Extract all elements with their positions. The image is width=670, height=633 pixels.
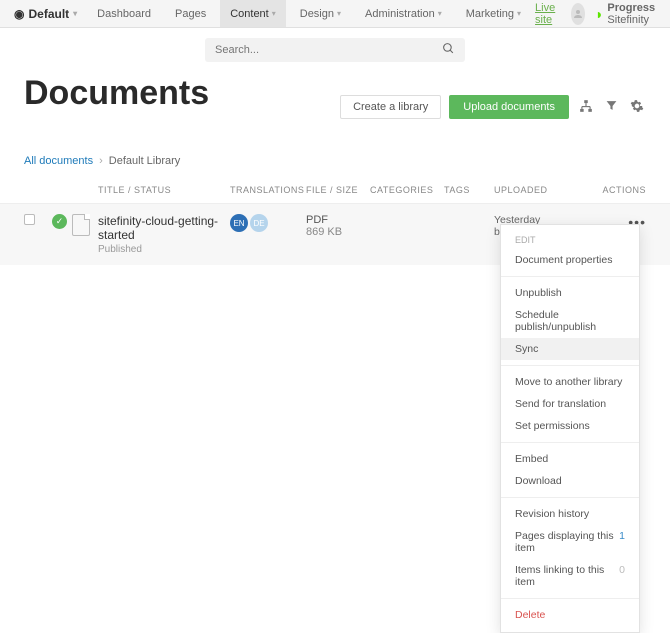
user-icon [572,8,584,20]
nav-marketing[interactable]: Marketing▾ [456,0,531,27]
search-box[interactable] [205,38,465,62]
chevron-down-icon: ▾ [337,9,341,18]
file-size: 869 KB [306,226,370,238]
menu-heading-edit: EDIT [501,231,639,249]
user-avatar[interactable] [571,3,585,25]
brand-logo: ◗ Progress Sitefinity [595,2,662,26]
site-selector-label: Default [28,7,69,21]
search-input[interactable] [215,44,442,56]
menu-move-library[interactable]: Move to another library [501,371,639,393]
create-library-button[interactable]: Create a library [340,95,441,119]
filter-icon[interactable] [603,97,620,117]
menu-unpublish[interactable]: Unpublish [501,282,639,304]
col-tags: TAGS [444,185,494,195]
nav-dashboard[interactable]: Dashboard [87,0,161,27]
col-categories: CATEGORIES [370,185,444,195]
col-title-status: TITLE / STATUS [98,185,230,195]
menu-document-properties[interactable]: Document properties [501,249,639,271]
row-context-menu: EDIT Document properties Unpublish Sched… [500,224,640,633]
breadcrumb-current: Default Library [109,155,181,167]
lang-badge-de[interactable]: DE [250,214,268,232]
menu-revision-history[interactable]: Revision history [501,503,639,525]
menu-download[interactable]: Download [501,470,639,492]
col-uploaded: UPLOADED [494,185,594,195]
menu-pages-displaying[interactable]: Pages displaying this item1 [501,525,639,559]
menu-permissions[interactable]: Set permissions [501,415,639,437]
breadcrumb-root[interactable]: All documents [24,155,93,167]
published-status-icon: ✓ [52,214,67,229]
search-icon [442,42,455,58]
search-row [0,28,670,68]
table-header: TITLE / STATUS TRANSLATIONS FILE / SIZE … [0,177,670,204]
upload-documents-button[interactable]: Upload documents [449,95,569,119]
document-title[interactable]: sitefinity-cloud-getting-started [98,214,230,242]
gear-icon[interactable] [628,97,646,118]
menu-items-linking[interactable]: Items linking to this item0 [501,559,639,593]
chevron-down-icon: ▾ [517,9,521,18]
lang-badge-en[interactable]: EN [230,214,248,232]
chevron-down-icon: ▾ [272,9,276,18]
site-selector[interactable]: ◉ Default ▾ [8,7,83,21]
nav-content[interactable]: Content▾ [220,0,286,27]
breadcrumb-separator: › [99,155,103,167]
menu-delete[interactable]: Delete [501,604,639,626]
menu-send-translation[interactable]: Send for translation [501,393,639,415]
col-actions: ACTIONS [594,185,646,195]
live-site-link[interactable]: Live site [535,2,561,26]
progress-logo-icon: ◗ [595,6,603,22]
top-navigation: ◉ Default ▾ Dashboard Pages Content▾ Des… [0,0,670,28]
menu-embed[interactable]: Embed [501,448,639,470]
col-file-size: FILE / SIZE [306,185,370,195]
sitemap-icon[interactable] [577,97,595,118]
menu-sync[interactable]: Sync [501,338,639,360]
row-checkbox[interactable] [24,214,35,225]
file-type: PDF [306,214,370,226]
document-file-icon [72,214,90,236]
nav-design[interactable]: Design▾ [290,0,351,27]
globe-icon: ◉ [14,7,24,21]
nav-administration[interactable]: Administration▾ [355,0,452,27]
breadcrumb: All documents › Default Library [0,125,670,177]
chevron-down-icon: ▾ [438,9,442,18]
document-status-label: Published [98,244,230,255]
page-toolbar: Create a library Upload documents [340,95,646,119]
menu-schedule[interactable]: Schedule publish/unpublish [501,304,639,338]
chevron-down-icon: ▾ [73,9,77,18]
col-translations: TRANSLATIONS [230,185,306,195]
nav-pages[interactable]: Pages [165,0,216,27]
